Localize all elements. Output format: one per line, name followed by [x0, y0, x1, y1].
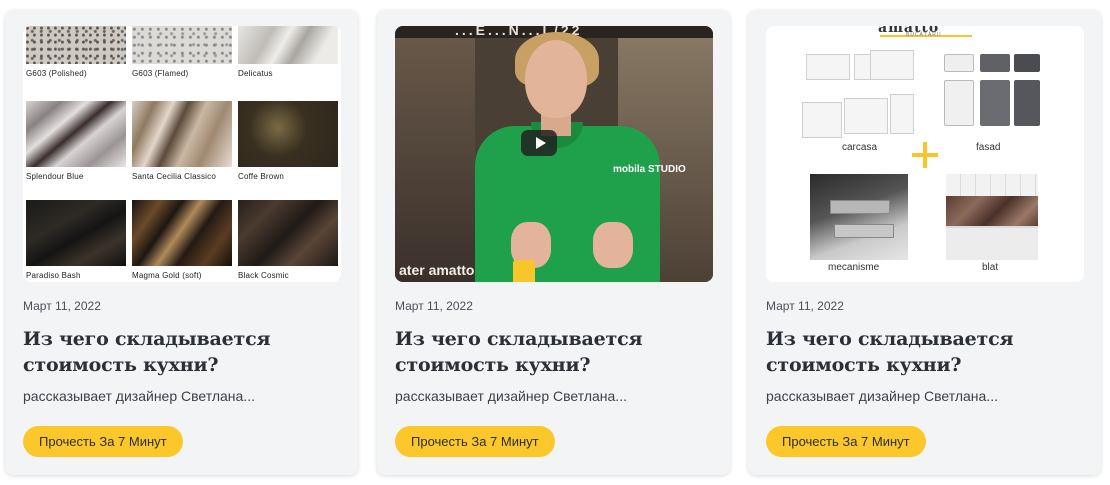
- stone-swatch-label: G603 (Flamed): [132, 69, 189, 78]
- shirt-brand-logo: mobila STUDIO: [613, 164, 686, 175]
- stone-texture: [26, 101, 126, 167]
- cabinet-box: [802, 102, 842, 138]
- article-title[interactable]: Из чего складывается стоимость кухни?: [395, 326, 715, 378]
- stone-swatch-label: Coffe Brown: [238, 172, 285, 181]
- drawer-tray: [830, 200, 890, 214]
- article-thumbnail[interactable]: G603 (Polished) G603 (Flamed) Delicatus …: [23, 26, 341, 282]
- amatto-logo-icon: [513, 260, 535, 282]
- cabinet-box: [870, 50, 914, 80]
- stone-swatch: Delicatus: [238, 26, 338, 78]
- article-title[interactable]: Из чего складывается стоимость кухни?: [766, 326, 1086, 378]
- presenter-hand: [593, 222, 633, 268]
- stone-swatch: Splendour Blue: [26, 101, 126, 181]
- wall-tiles: [946, 174, 1038, 196]
- stone-swatch: Black Cosmic: [238, 200, 338, 280]
- article-date: Март 11, 2022: [766, 299, 844, 313]
- article-card[interactable]: amatto BUCĂTĂRII carcasa fasad mecanisme…: [748, 10, 1101, 475]
- door-panel: [980, 54, 1010, 72]
- article-card[interactable]: ...E...N...L/22 mobila STUDIO ater amatt…: [377, 10, 730, 475]
- cabinet-box: [890, 94, 914, 134]
- amatto-logo-sub: BUCĂTĂRII: [906, 32, 942, 38]
- article-excerpt: рассказывает дизайнер Светлана...: [23, 388, 255, 404]
- background-wall: [395, 26, 475, 282]
- door-panel: [1014, 54, 1040, 72]
- article-excerpt: рассказывает дизайнер Светлана...: [395, 388, 627, 404]
- drawer-tray: [834, 224, 894, 238]
- stone-swatch-label: Delicatus: [238, 69, 273, 78]
- stone-texture: [132, 101, 232, 167]
- article-thumbnail[interactable]: ...E...N...L/22 mobila STUDIO ater amatt…: [395, 26, 713, 282]
- video-caption: ater amatto: [399, 262, 475, 278]
- door-panel: [980, 80, 1010, 126]
- cabinet-box: [806, 54, 850, 80]
- stone-texture: [238, 26, 338, 64]
- stone-swatch: Coffe Brown: [238, 101, 338, 181]
- stone-swatch: Paradiso Bash: [26, 200, 126, 280]
- stone-swatch-label: G603 (Polished): [26, 69, 87, 78]
- stone-texture: [26, 200, 126, 266]
- read-more-button[interactable]: Прочесть За 7 Минут: [766, 426, 926, 457]
- stone-swatch-grid: G603 (Polished) G603 (Flamed) Delicatus …: [23, 26, 341, 282]
- article-card[interactable]: G603 (Polished) G603 (Flamed) Delicatus …: [5, 10, 358, 475]
- door-panel: [944, 80, 974, 126]
- stone-swatch: G603 (Polished): [26, 26, 126, 78]
- plus-icon: [912, 142, 938, 168]
- kitchen-components-image: amatto BUCĂTĂRII carcasa fasad mecanisme…: [766, 26, 1084, 282]
- blat-illustration: [946, 174, 1038, 260]
- article-thumbnail[interactable]: amatto BUCĂTĂRII carcasa fasad mecanisme…: [766, 26, 1084, 282]
- article-date: Март 11, 2022: [23, 299, 101, 313]
- stone-swatch-label: Paradiso Bash: [26, 271, 81, 280]
- cabinet-box: [844, 98, 888, 134]
- video-thumbnail[interactable]: ...E...N...L/22 mobila STUDIO ater amatt…: [395, 26, 713, 282]
- mecanisme-label: mecanisme: [828, 262, 880, 273]
- stone-texture: [132, 26, 232, 64]
- presenter-shirt: [475, 126, 660, 282]
- stone-swatch: Magma Gold (soft): [132, 200, 232, 280]
- door-panel: [1014, 80, 1040, 126]
- stone-swatch-label: Splendour Blue: [26, 172, 84, 181]
- stone-texture: [132, 200, 232, 266]
- article-excerpt: рассказывает дизайнер Светлана...: [766, 388, 998, 404]
- blat-label: blat: [982, 262, 999, 273]
- stone-swatch-label: Magma Gold (soft): [132, 271, 202, 280]
- article-date: Март 11, 2022: [395, 299, 473, 313]
- door-panel: [944, 54, 974, 72]
- stone-texture: [26, 26, 126, 64]
- article-title[interactable]: Из чего складывается стоимость кухни?: [23, 326, 343, 378]
- fasad-label: fasad: [976, 142, 1001, 153]
- mecanisme-illustration: [810, 174, 908, 260]
- stone-swatch: G603 (Flamed): [132, 26, 232, 78]
- stone-swatch-label: Black Cosmic: [238, 271, 289, 280]
- stone-swatch: Santa Cecilia Classico: [132, 101, 232, 181]
- youtube-play-icon[interactable]: [521, 130, 557, 156]
- base-cabinet: [946, 226, 1038, 260]
- carcasa-label: carcasa: [842, 142, 878, 153]
- stone-texture: [238, 200, 338, 266]
- stone-swatch-label: Santa Cecilia Classico: [132, 172, 216, 181]
- countertop: [946, 196, 1038, 226]
- presenter-face: [525, 40, 587, 118]
- stone-texture: [238, 101, 338, 167]
- read-more-button[interactable]: Прочесть За 7 Минут: [23, 426, 183, 457]
- read-more-button[interactable]: Прочесть За 7 Минут: [395, 426, 555, 457]
